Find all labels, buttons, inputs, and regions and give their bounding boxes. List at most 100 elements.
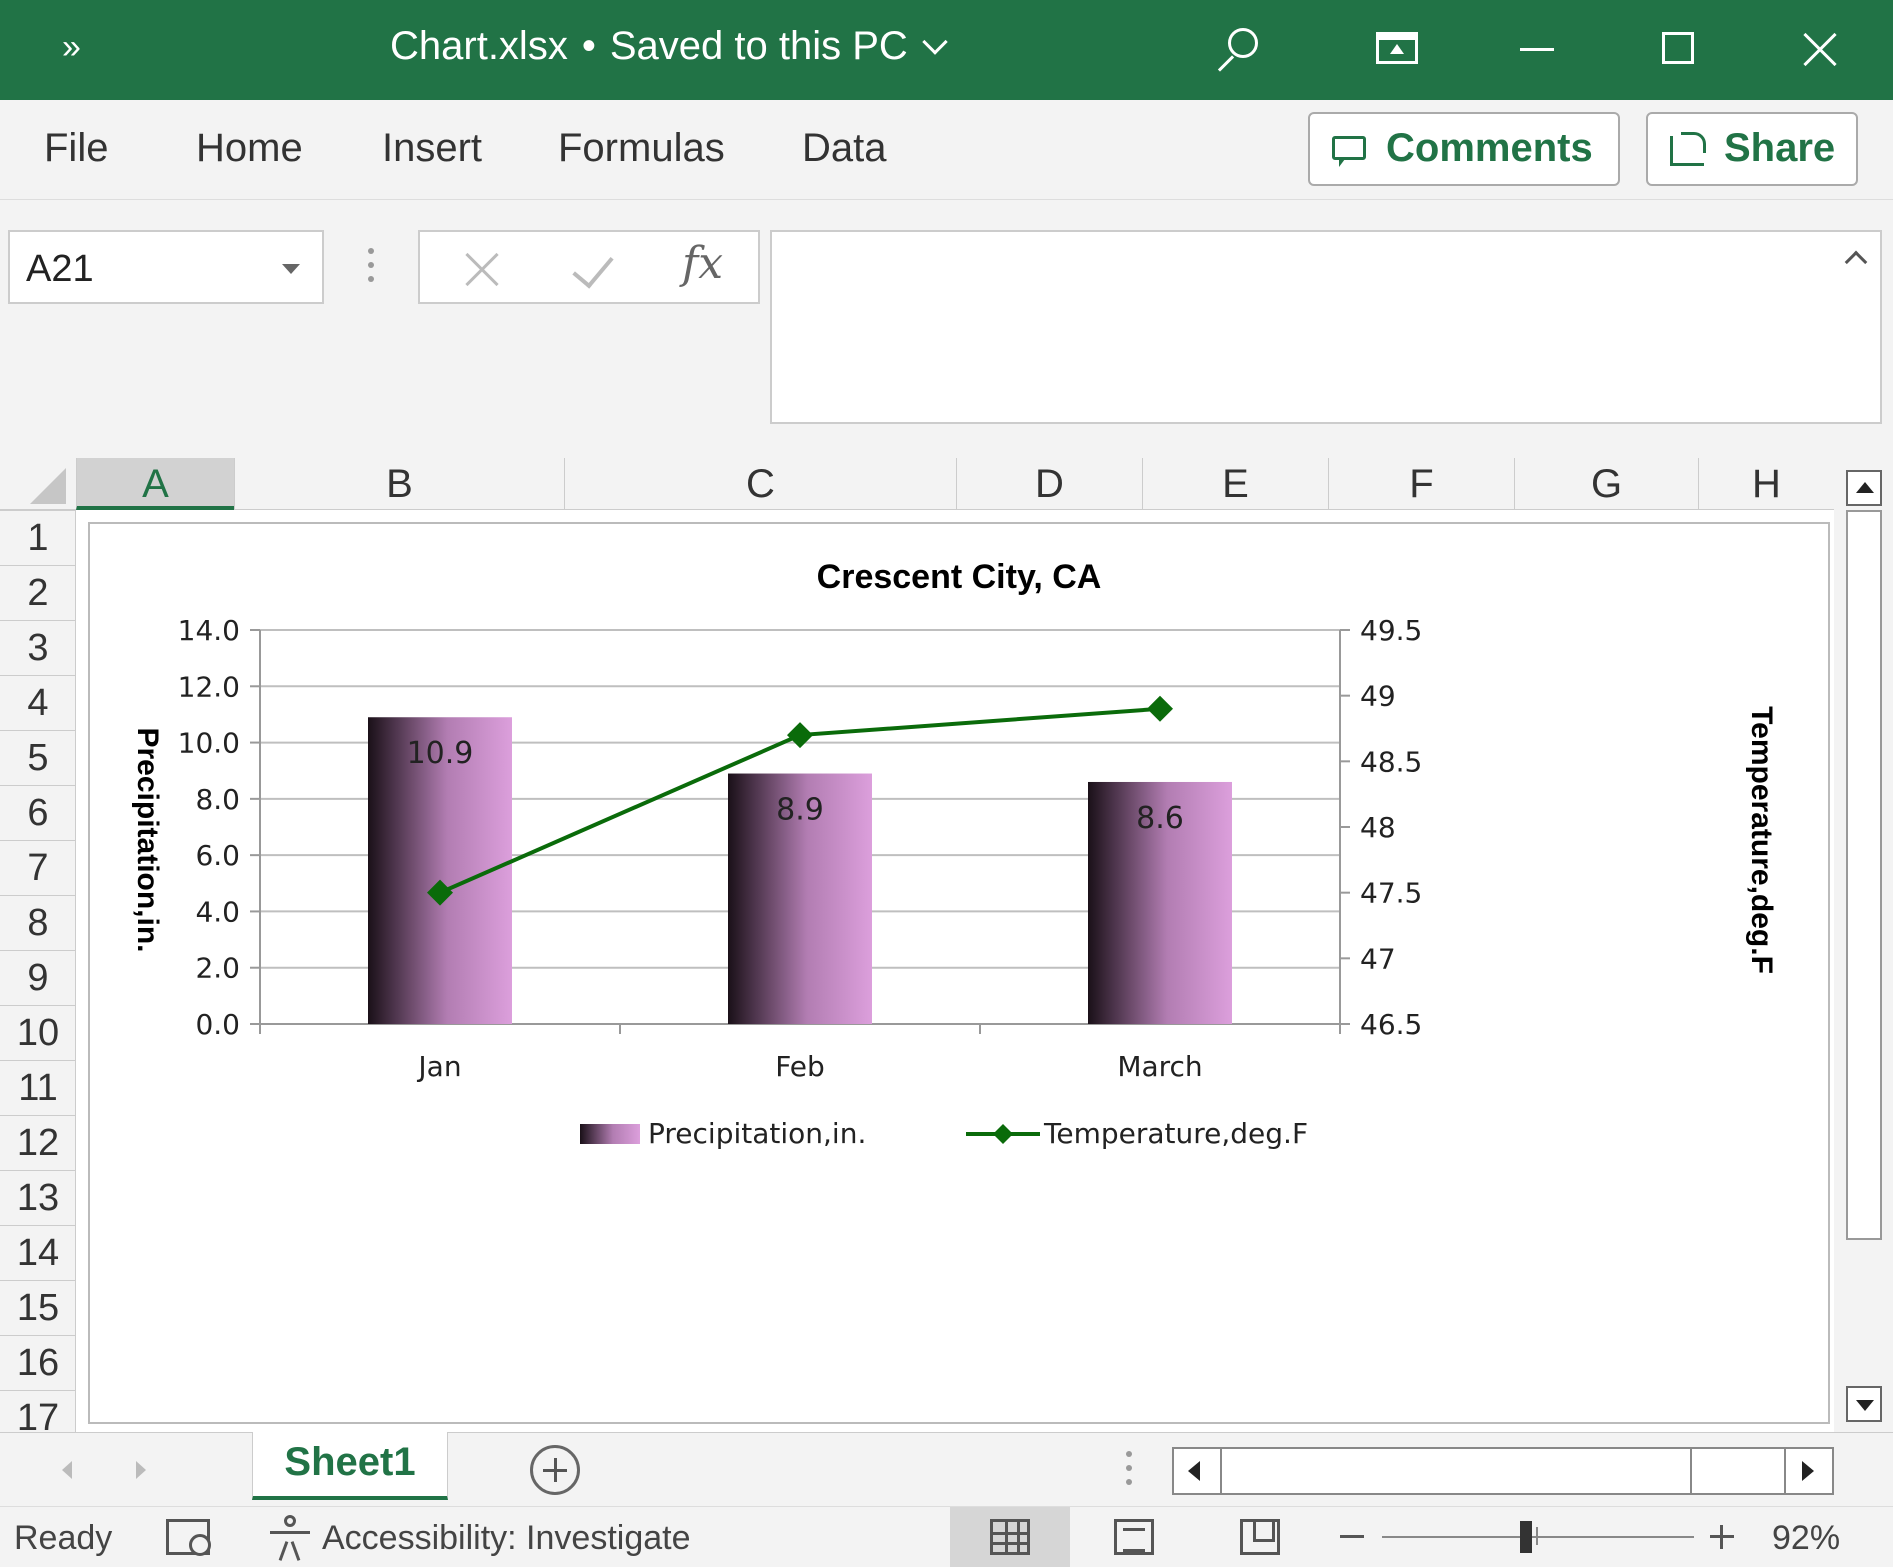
zoom-level[interactable]: 92% [1772,1519,1840,1558]
zoom-slider-center-tick [1536,1527,1538,1545]
column-headers: A B C D E F G H [0,458,1834,510]
x-tick-label: Feb [775,1050,825,1083]
y-tick-label: 6.0 [195,839,240,872]
row-header[interactable]: 3 [0,620,75,675]
search-button[interactable] [1208,20,1268,80]
tab-insert[interactable]: Insert [382,126,482,171]
legend-swatch-precipitation [580,1124,640,1144]
chart[interactable]: Crescent City, CA Precipitation,in. Temp… [88,522,1830,1424]
tab-split-handle[interactable] [1126,1451,1132,1491]
column-header-a[interactable]: A [76,458,234,510]
quick-access-more-button[interactable]: » [62,28,81,67]
sheet-tab-sheet1[interactable]: Sheet1 [252,1432,448,1500]
row-header[interactable]: 2 [0,565,75,620]
zoom-out-icon[interactable] [1340,1535,1364,1538]
row-header[interactable]: 8 [0,895,75,950]
name-box-value: A21 [26,248,94,290]
y-tick-label: 12.0 [178,670,240,703]
row-header[interactable]: 15 [0,1280,75,1335]
share-button[interactable]: Share [1646,112,1858,186]
horizontal-scrollbar[interactable] [1172,1447,1834,1495]
column-header-c[interactable]: C [564,458,956,510]
comment-icon [1332,136,1366,167]
column-header-b[interactable]: B [234,458,564,510]
line-marker-temperature [1147,695,1173,722]
checkmark-icon[interactable] [570,244,620,294]
close-button[interactable] [1792,20,1852,80]
zoom-in-icon[interactable] [1710,1525,1734,1549]
macro-recording-icon[interactable] [166,1519,211,1556]
page-break-view-icon[interactable] [1240,1519,1280,1555]
comments-label: Comments [1386,126,1593,170]
row-header[interactable]: 4 [0,675,75,730]
scroll-right-button[interactable] [1784,1449,1832,1493]
ribbon-display-button[interactable] [1368,20,1428,80]
tab-home[interactable]: Home [196,126,303,171]
row-header[interactable]: 13 [0,1170,75,1225]
cancel-icon[interactable] [456,244,506,294]
row-header[interactable]: 12 [0,1115,75,1170]
comments-button[interactable]: Comments [1308,112,1620,186]
share-label: Share [1724,126,1836,170]
row-header[interactable]: 7 [0,840,75,895]
name-box[interactable]: A21 [8,230,324,304]
sheet-tab-bar: Sheet1 [0,1432,1893,1506]
zoom-slider-thumb[interactable] [1519,1521,1532,1553]
share-icon [1670,132,1706,166]
formula-input[interactable] [770,230,1882,424]
x-tick-label: March [1117,1050,1202,1083]
tab-data[interactable]: Data [802,126,887,171]
column-header-h[interactable]: H [1698,458,1834,510]
maximize-button[interactable] [1650,20,1710,80]
minimize-button[interactable] [1510,20,1570,80]
line-marker-temperature [787,722,813,749]
column-header-e[interactable]: E [1142,458,1328,510]
document-title[interactable]: Chart.xlsx • Saved to this PC [390,24,948,69]
scroll-up-button[interactable] [1846,470,1882,506]
column-header-g[interactable]: G [1514,458,1698,510]
row-header[interactable]: 6 [0,785,75,840]
normal-view-button[interactable] [950,1507,1070,1567]
row-header[interactable]: 5 [0,730,75,785]
sheet-nav-prev-icon[interactable] [62,1461,72,1479]
column-header-f[interactable]: F [1328,458,1514,510]
scroll-down-button[interactable] [1846,1386,1882,1422]
row-header[interactable]: 10 [0,1005,75,1060]
y2-tick-label: 46.5 [1360,1008,1422,1041]
save-status: Saved to this PC [609,24,908,68]
formula-bar-resize-handle[interactable] [368,248,374,288]
horizontal-scroll-thumb[interactable] [1224,1449,1692,1493]
sheet-nav-next-icon[interactable] [136,1461,146,1479]
dropdown-arrow-icon[interactable] [282,264,300,274]
y2-tick-label: 47 [1360,942,1396,975]
accessibility-icon[interactable] [270,1515,310,1561]
status-ready: Ready [14,1519,113,1557]
collapse-formula-bar-icon[interactable] [1844,250,1868,274]
page-layout-view-icon[interactable] [1114,1519,1154,1555]
row-header[interactable]: 1 [0,510,75,565]
add-sheet-icon[interactable] [530,1445,580,1495]
y-axis-title: Precipitation,in. [131,727,164,952]
tab-file[interactable]: File [44,126,108,171]
row-header[interactable]: 11 [0,1060,75,1115]
formula-buttons: fx [418,230,760,304]
y2-tick-label: 47.5 [1360,877,1422,910]
insert-function-button[interactable]: fx [682,238,723,289]
vertical-scroll-thumb[interactable] [1846,510,1882,1240]
tab-formulas[interactable]: Formulas [558,126,725,171]
accessibility-status[interactable]: Accessibility: Investigate [322,1519,691,1558]
vertical-scrollbar[interactable] [1834,458,1893,1432]
zoom-slider-track[interactable] [1382,1536,1694,1538]
file-name: Chart.xlsx [390,24,568,68]
column-header-d[interactable]: D [956,458,1142,510]
y2-tick-label: 49 [1360,680,1396,713]
row-header[interactable]: 17 [0,1390,75,1432]
y2-tick-label: 48.5 [1360,745,1422,778]
y2-tick-label: 49.5 [1360,614,1422,647]
scroll-left-button[interactable] [1174,1449,1222,1493]
row-header[interactable]: 9 [0,950,75,1005]
x-tick-label: Jan [416,1050,461,1083]
select-all-corner[interactable] [30,468,66,504]
row-header[interactable]: 16 [0,1335,75,1390]
row-header[interactable]: 14 [0,1225,75,1280]
